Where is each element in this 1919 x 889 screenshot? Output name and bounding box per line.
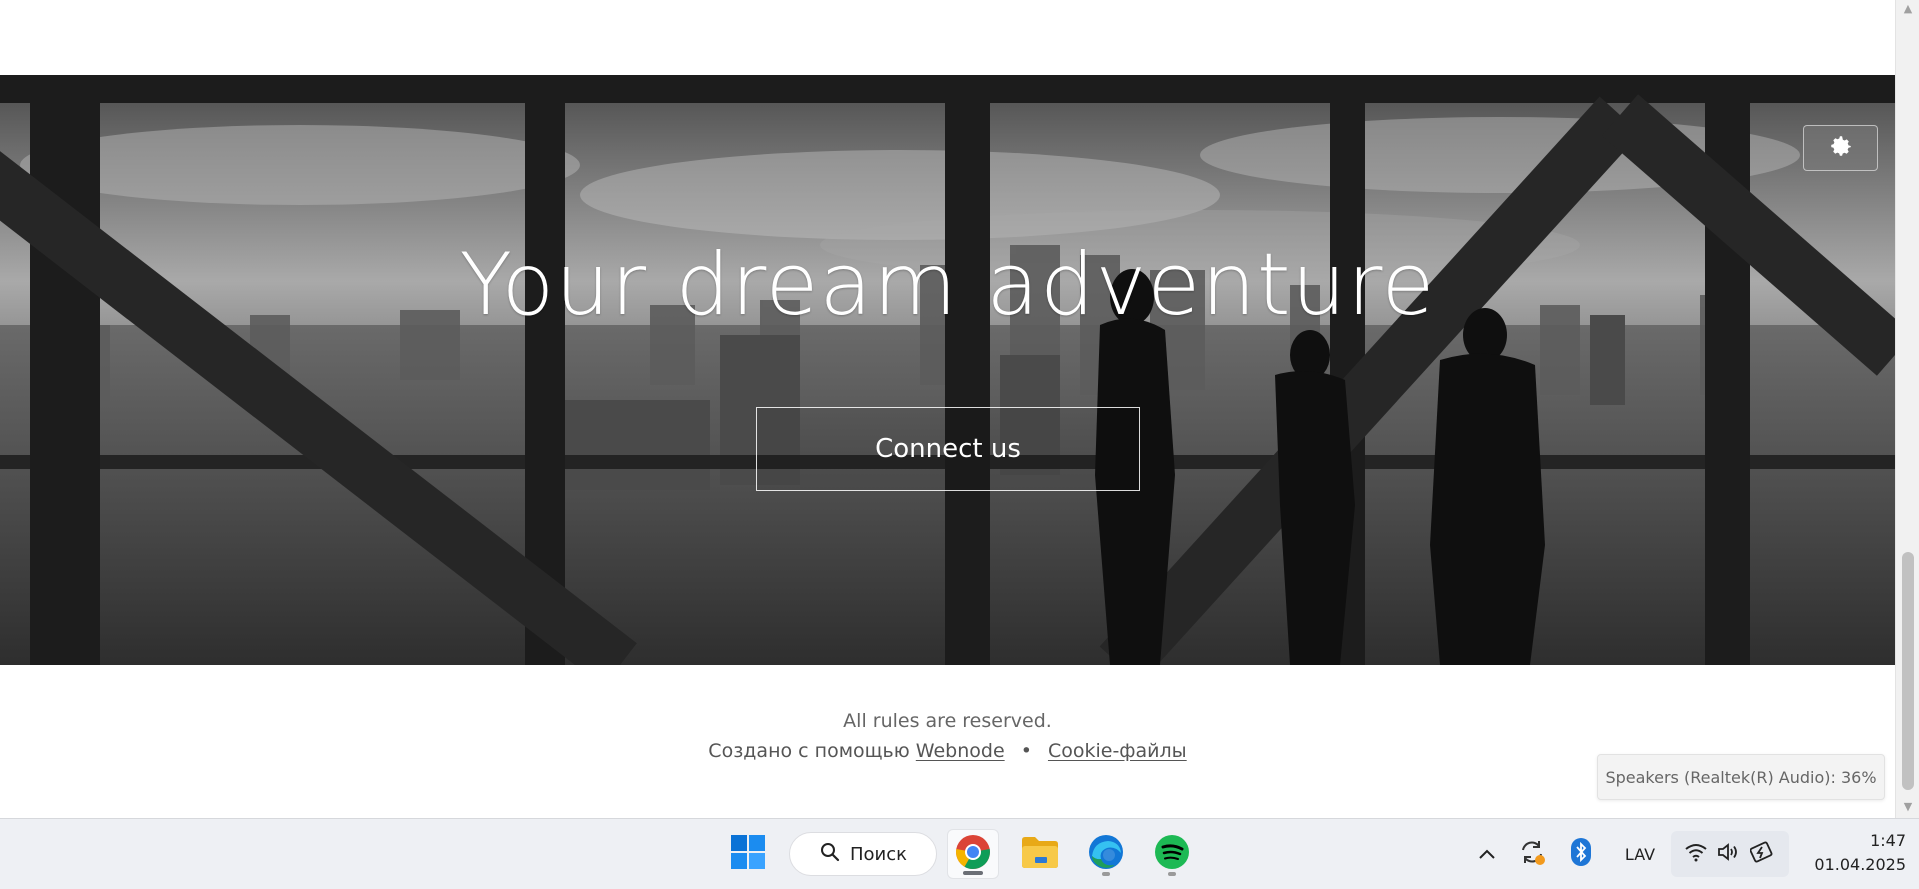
webnode-link[interactable]: Webnode	[916, 740, 1005, 762]
open-app-indicator	[1168, 872, 1176, 876]
scroll-down-arrow-icon[interactable]: ▼	[1896, 798, 1919, 814]
taskbar-app-file-explorer[interactable]	[1014, 829, 1066, 879]
bluetooth-icon	[1571, 838, 1591, 870]
taskbar-app-edge[interactable]	[1080, 829, 1132, 879]
created-with-text: Создано с помощью	[708, 740, 910, 762]
taskbar-app-chrome[interactable]	[947, 829, 999, 879]
connect-us-label: Connect us	[875, 434, 1021, 464]
scrollbar-thumb[interactable]	[1902, 552, 1914, 790]
settings-button[interactable]	[1803, 125, 1878, 171]
search-icon	[820, 842, 840, 867]
quick-settings-button[interactable]	[1671, 831, 1789, 877]
wifi-icon	[1684, 842, 1708, 866]
hero-section: Your dream adventure Connect us	[0, 75, 1895, 665]
taskbar-app-spotify[interactable]	[1146, 829, 1198, 879]
hero-background-image	[0, 75, 1895, 665]
cookie-link[interactable]: Cookie-файлы	[1048, 740, 1187, 762]
bluetooth-tray-button[interactable]	[1570, 838, 1592, 870]
active-app-indicator	[963, 871, 983, 875]
page-scrollbar[interactable]: ▲ ▼	[1895, 0, 1919, 818]
web-page: Your dream adventure Connect us All rule…	[0, 0, 1895, 818]
speaker-icon	[1717, 842, 1741, 866]
clock-time: 1:47	[1870, 831, 1906, 850]
chrome-icon	[955, 834, 991, 874]
scroll-up-arrow-icon[interactable]: ▲	[1896, 0, 1919, 16]
taskbar-search[interactable]: Поиск	[789, 832, 937, 876]
windows-taskbar: Поиск LAV 1:47 01.04.2025	[0, 818, 1919, 889]
gear-icon	[1828, 133, 1854, 163]
separator-dot: •	[1020, 740, 1032, 762]
sync-icon	[1518, 838, 1546, 870]
windows-logo-icon	[730, 834, 766, 874]
file-explorer-icon	[1021, 835, 1059, 873]
chevron-up-icon	[1478, 845, 1496, 864]
spotify-icon	[1154, 834, 1190, 874]
show-hidden-icons-button[interactable]	[1476, 841, 1498, 867]
sync-tray-button[interactable]	[1518, 841, 1546, 867]
edge-icon	[1088, 834, 1124, 874]
language-indicator[interactable]: LAV	[1619, 841, 1661, 867]
start-button[interactable]	[722, 829, 774, 879]
taskbar-clock[interactable]: 1:47 01.04.2025	[1796, 829, 1906, 877]
search-label: Поиск	[850, 843, 908, 865]
volume-tooltip: Speakers (Realtek(R) Audio): 36%	[1597, 754, 1885, 800]
open-app-indicator	[1102, 872, 1110, 876]
hero-title: Your dream adventure	[459, 235, 1436, 335]
connect-us-button[interactable]: Connect us	[756, 407, 1140, 491]
battery-charging-icon	[1749, 841, 1776, 867]
clock-date: 01.04.2025	[1814, 855, 1906, 874]
rules-text: All rules are reserved.	[843, 710, 1052, 732]
